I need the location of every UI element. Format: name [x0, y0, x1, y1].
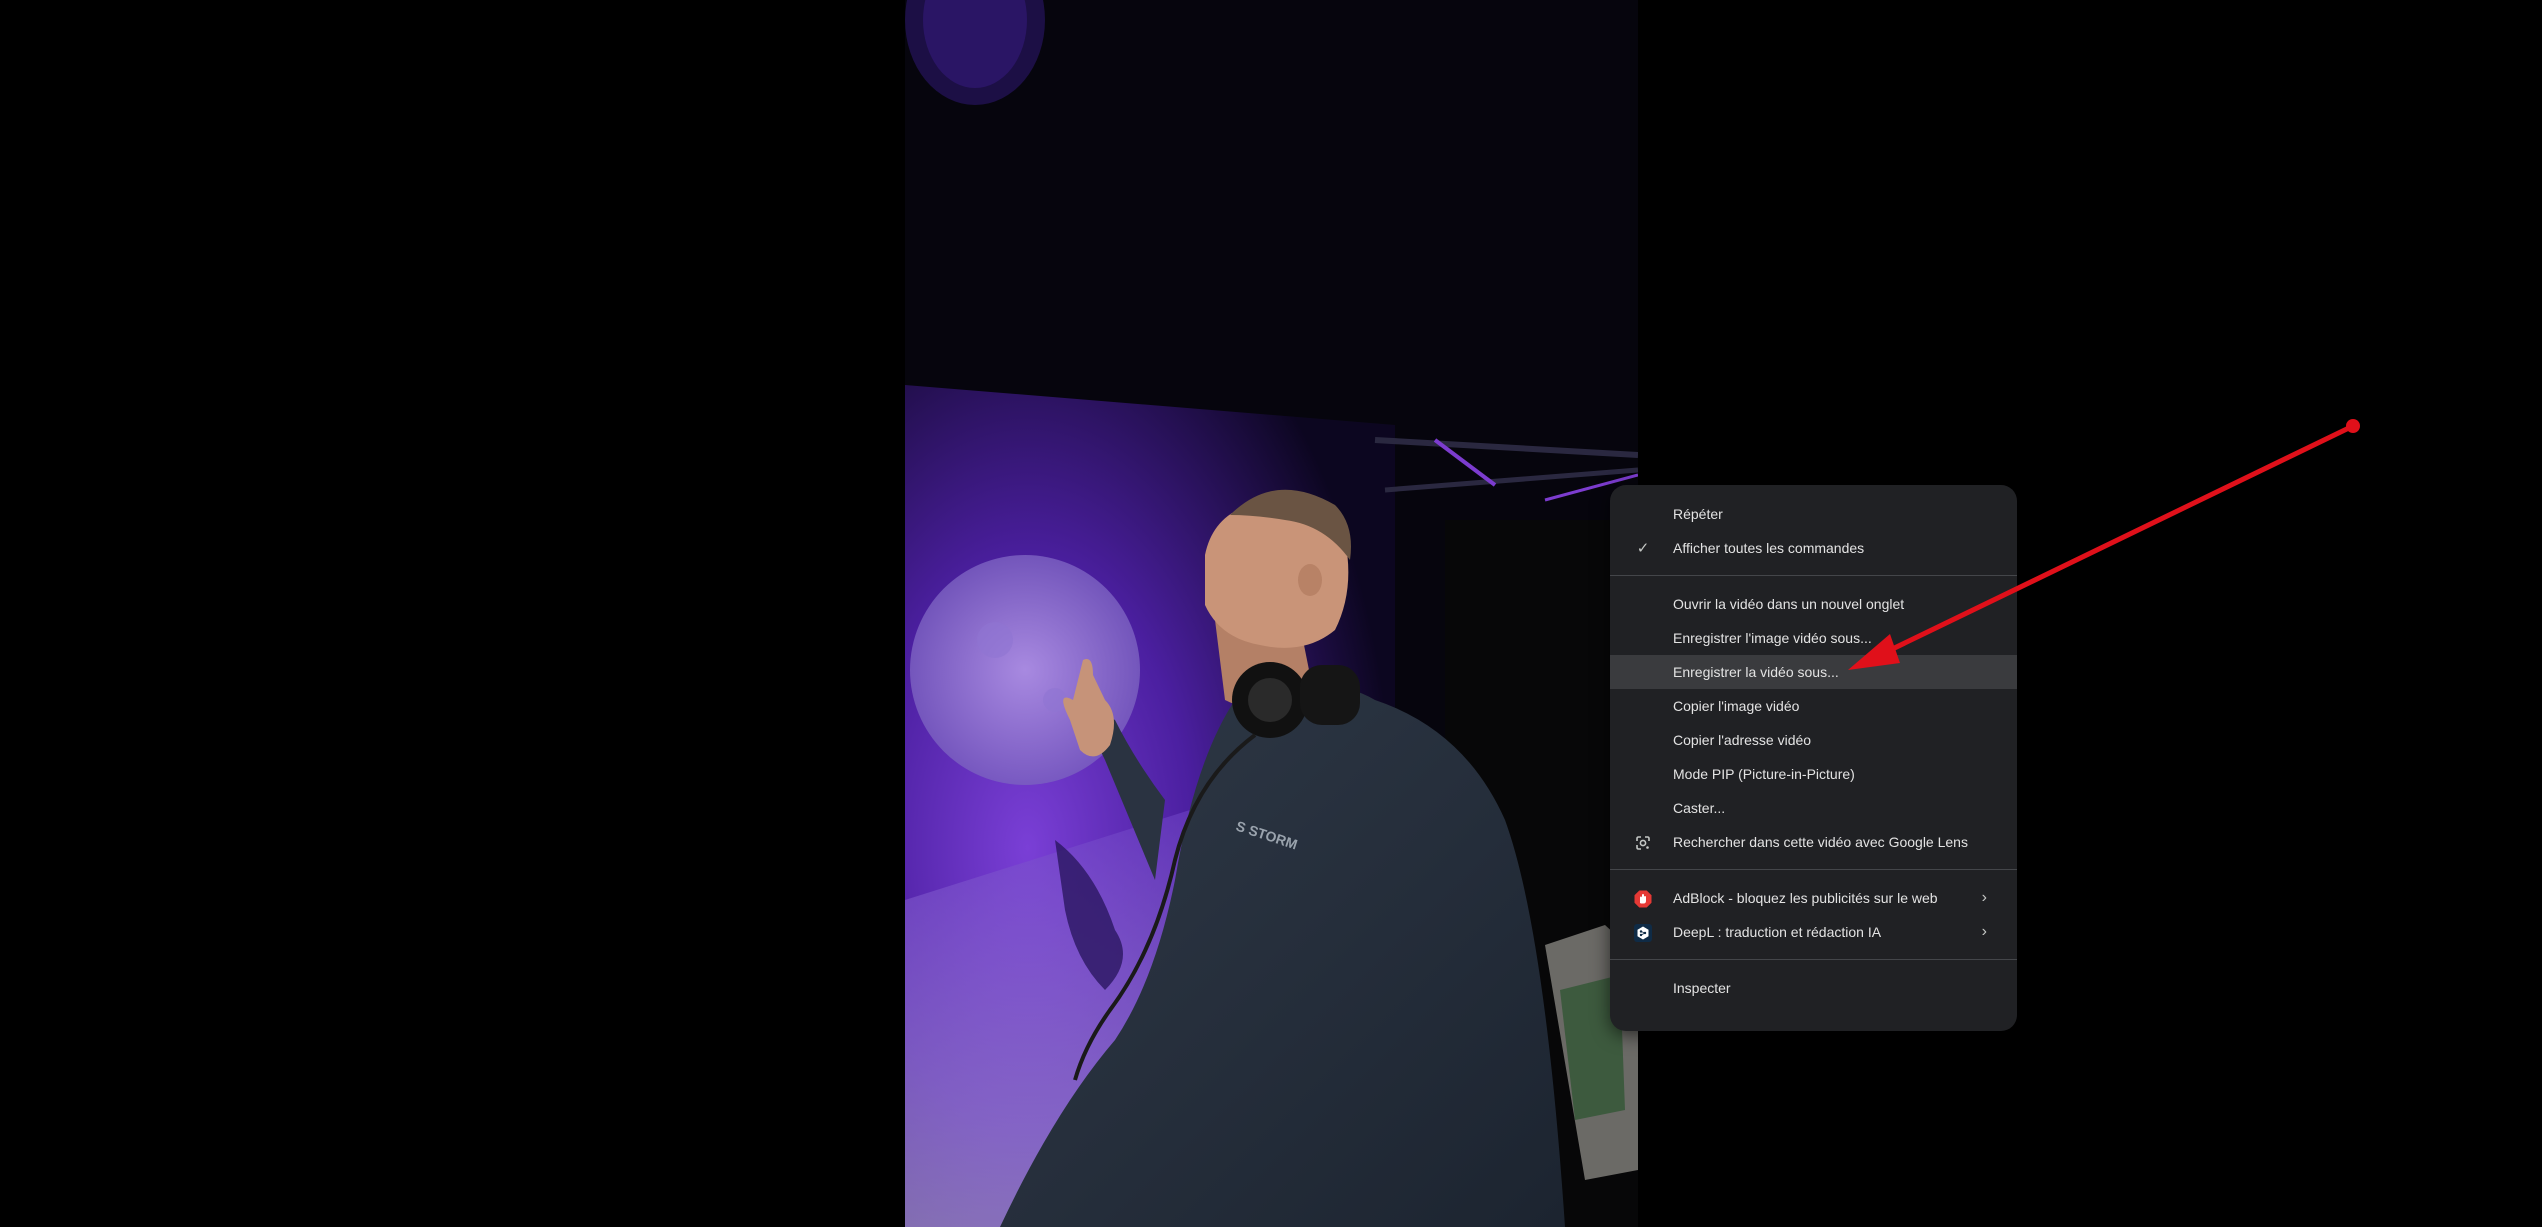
menu-item-inspect[interactable]: Inspecter: [1610, 971, 2017, 1005]
menu-item-save-video-as[interactable]: Enregistrer la vidéo sous...: [1610, 655, 2017, 689]
menu-item-copy-frame[interactable]: Copier l'image vidéo: [1610, 689, 2017, 723]
annotation-arrow-origin: [2346, 419, 2360, 433]
menu-item-repeat[interactable]: Répéter: [1610, 497, 2017, 531]
video-frame: S STORM: [905, 0, 1638, 1227]
menu-item-open-video-new-tab[interactable]: Ouvrir la vidéo dans un nouvel onglet: [1610, 587, 2017, 621]
menu-item-label: Mode PIP (Picture-in-Picture): [1673, 766, 1855, 782]
context-menu: Répéter ✓ Afficher toutes les commandes …: [1610, 485, 2017, 1031]
chevron-right-icon: ›: [1981, 923, 1987, 940]
menu-item-label: AdBlock - bloquez les publicités sur le …: [1673, 890, 1938, 906]
menu-item-label: Répéter: [1673, 506, 1723, 522]
menu-separator: [1610, 959, 2017, 960]
menu-item-label: Copier l'adresse vidéo: [1673, 732, 1812, 748]
menu-item-show-controls[interactable]: ✓ Afficher toutes les commandes: [1610, 531, 2017, 565]
menu-separator: [1610, 869, 2017, 870]
menu-item-label: Ouvrir la vidéo dans un nouvel onglet: [1673, 596, 1905, 612]
menu-item-label: Caster...: [1673, 800, 1726, 816]
menu-item-google-lens[interactable]: Rechercher dans cette vidéo avec Google …: [1610, 825, 2017, 859]
menu-item-picture-in-picture[interactable]: Mode PIP (Picture-in-Picture): [1610, 757, 2017, 791]
menu-item-label: Afficher toutes les commandes: [1673, 540, 1865, 556]
menu-item-adblock[interactable]: AdBlock - bloquez les publicités sur le …: [1610, 881, 2017, 915]
video-player[interactable]: S STORM: [905, 0, 1638, 1227]
menu-item-label: DeepL : traduction et rédaction IA: [1673, 924, 1882, 940]
menu-item-deepl[interactable]: DeepL : traduction et rédaction IA ›: [1610, 915, 2017, 949]
chevron-right-icon: ›: [1981, 889, 1987, 906]
menu-item-copy-video-address[interactable]: Copier l'adresse vidéo: [1610, 723, 2017, 757]
menu-item-label: Inspecter: [1673, 980, 1731, 996]
menu-item-label: Enregistrer la vidéo sous...: [1673, 664, 1839, 680]
check-icon: ✓: [1636, 540, 1650, 557]
google-lens-icon: [1634, 834, 1652, 852]
menu-item-label: Rechercher dans cette vidéo avec Google …: [1673, 834, 1968, 850]
menu-item-save-frame-as[interactable]: Enregistrer l'image vidéo sous...: [1610, 621, 2017, 655]
adblock-icon: [1634, 890, 1652, 908]
menu-item-label: Enregistrer l'image vidéo sous...: [1673, 630, 1872, 646]
screen: S STORM Répéter ✓ Afficher toutes les co…: [0, 0, 2542, 1227]
deepl-icon: [1634, 924, 1652, 942]
menu-item-label: Copier l'image vidéo: [1673, 698, 1800, 714]
menu-separator: [1610, 575, 2017, 576]
menu-item-cast[interactable]: Caster...: [1610, 791, 2017, 825]
